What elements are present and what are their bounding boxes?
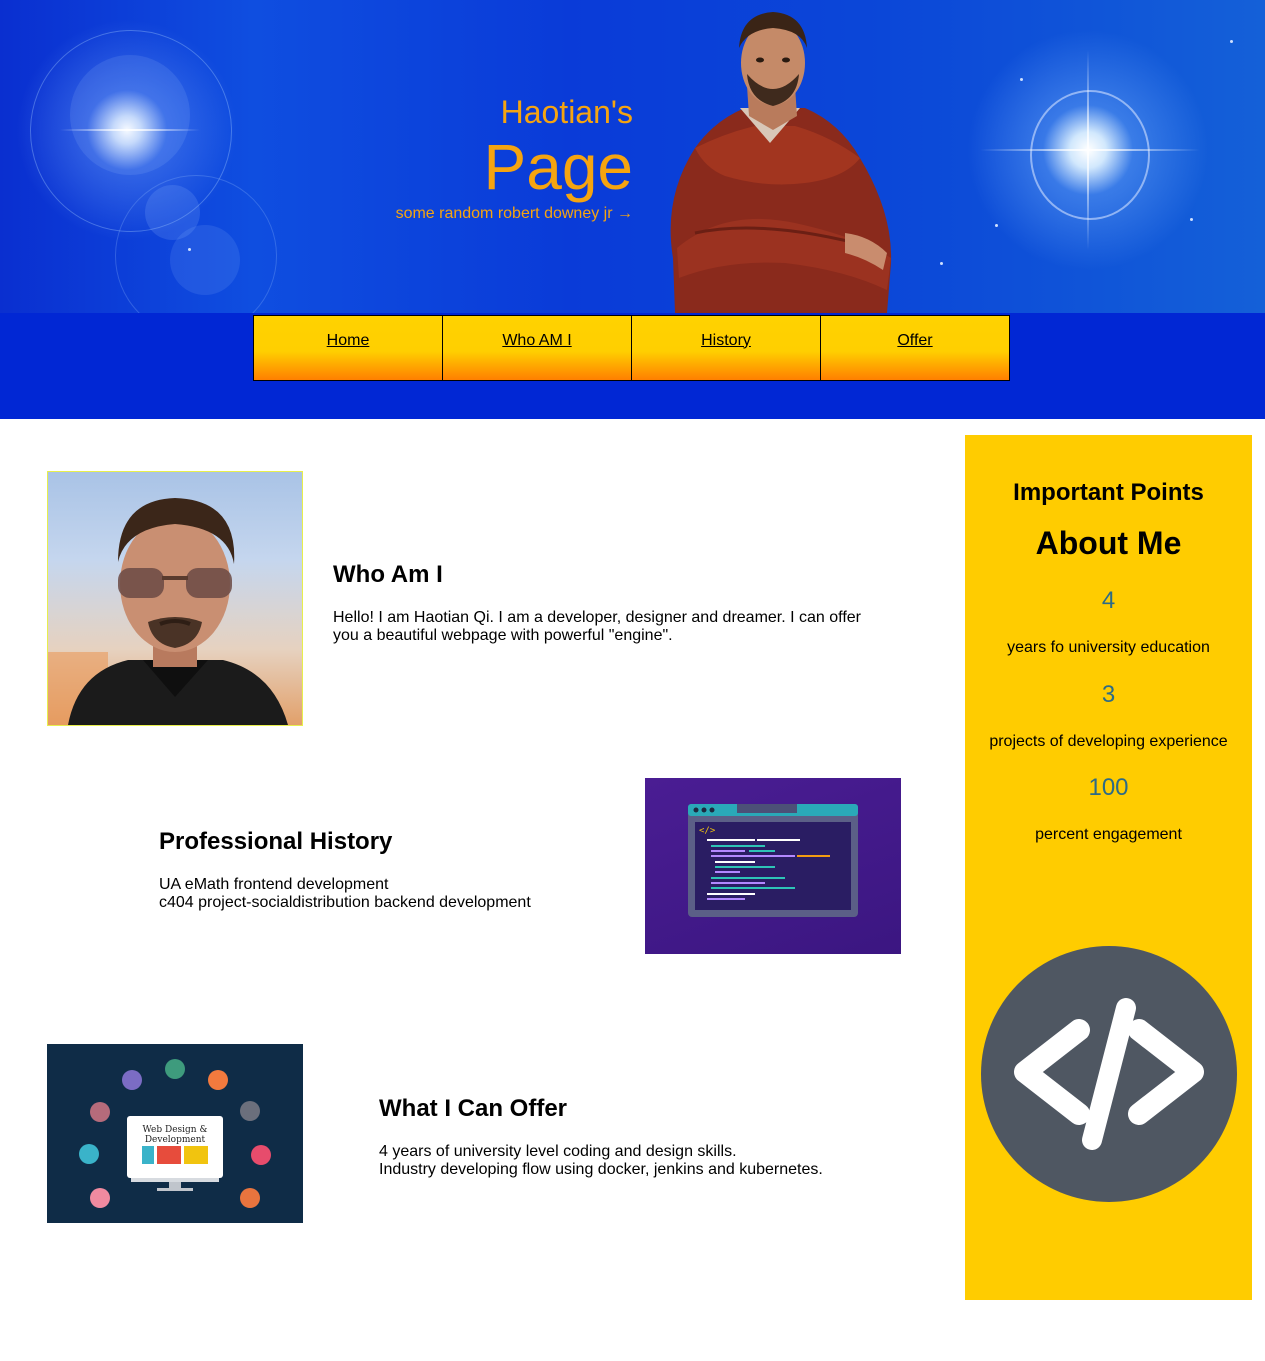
offer-title: What I Can Offer [379, 1095, 568, 1122]
stat-label: percent engagement [1035, 826, 1182, 843]
nav-who-am-i[interactable]: Who AM I [442, 315, 632, 381]
stat-label: projects of developing experience [989, 733, 1228, 750]
star [940, 262, 943, 265]
nav-history[interactable]: History [631, 315, 821, 381]
title-big: Page [483, 131, 633, 203]
code-icon [981, 946, 1237, 1202]
lens-flare [70, 55, 190, 175]
offer-line: 4 years of university level coding and d… [379, 1143, 737, 1160]
title-subtitle: some random robert downey jr → [395, 205, 633, 222]
about-me-sidebar: Important Points About Me 4 years fo uni… [965, 435, 1252, 1300]
nav-offer-label[interactable]: Offer [897, 332, 932, 350]
history-line: c404 project-socialdistribution backend … [159, 894, 531, 911]
who-title: Who Am I [333, 561, 443, 588]
light-ray [980, 149, 1200, 151]
image-caption-line: Development [145, 1135, 206, 1145]
svg-text:</>: </> [699, 826, 716, 836]
who-text: Hello! I am Haotian Qi. I am a developer… [333, 609, 861, 644]
offer-line: Industry developing flow using docker, j… [379, 1161, 823, 1178]
nav-home[interactable]: Home [253, 315, 443, 381]
history-line: UA eMath frontend development [159, 876, 389, 893]
page-header: Haotian's Page some random robert downey… [0, 0, 1265, 419]
robert-downey-jr-image [670, 12, 892, 313]
stat-value: 3 [1101, 681, 1116, 708]
nav-history-label[interactable]: History [701, 332, 751, 350]
stat-value: 100 [1088, 774, 1129, 801]
main-nav: Home Who AM I History Offer [253, 315, 1012, 381]
history-text: UA eMath frontend development c404 proje… [159, 876, 619, 912]
sidebar-title: About Me [1035, 525, 1182, 561]
stat-label: years fo university education [1007, 639, 1210, 656]
code-window-image: </> [645, 778, 901, 954]
sidebar-subtitle: Important Points [1013, 479, 1204, 506]
nav-who-am-i-label[interactable]: Who AM I [502, 332, 571, 350]
nav-offer[interactable]: Offer [820, 315, 1010, 381]
portrait-image [48, 498, 288, 725]
history-title: Professional History [159, 828, 393, 855]
site-title: Haotian's Page some random robert downey… [350, 90, 633, 226]
image-caption-line: Web Design & [143, 1125, 208, 1135]
profile-photo [47, 471, 303, 726]
star [1230, 40, 1233, 43]
stat-value: 4 [1101, 587, 1116, 614]
title-small: Haotian's [500, 94, 633, 130]
offer-text: 4 years of university level coding and d… [379, 1143, 879, 1179]
light-ray [60, 129, 200, 131]
star [995, 224, 998, 227]
lens-flare [1030, 90, 1150, 220]
nav-home-label[interactable]: Home [327, 332, 370, 350]
web-design-image: Web Design & Development [47, 1044, 303, 1223]
light-ray [1087, 50, 1089, 250]
star [188, 248, 191, 251]
star [1190, 218, 1193, 221]
star [1020, 78, 1023, 81]
hero-banner: Haotian's Page some random robert downey… [0, 0, 1265, 313]
